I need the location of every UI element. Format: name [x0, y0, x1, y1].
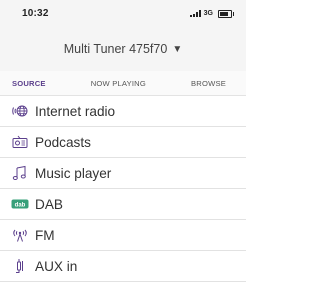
source-list: Internet radio Podcasts Music player dab… [0, 96, 246, 282]
internet-radio-icon [10, 103, 30, 119]
source-label: DAB [35, 196, 63, 212]
source-label: FM [35, 227, 55, 243]
music-note-icon [10, 165, 30, 181]
source-internet-radio[interactable]: Internet radio [0, 96, 246, 127]
podcast-radio-icon [10, 134, 30, 150]
network-type: 3G [203, 10, 213, 17]
device-title: Multi Tuner 475f70 [63, 42, 168, 56]
source-label: AUX in [35, 258, 78, 274]
tab-now-playing[interactable]: NOW PLAYING [91, 79, 146, 88]
source-label: Podcasts [35, 134, 91, 150]
status-bar: 10:32 3G [0, 0, 246, 27]
source-fm[interactable]: FM [0, 220, 246, 251]
source-aux-in[interactable]: AUX in [0, 251, 246, 282]
fm-antenna-icon [10, 227, 30, 243]
tab-source[interactable]: SOURCE [12, 79, 46, 88]
source-label: Internet radio [35, 103, 116, 119]
source-label: Music player [35, 165, 112, 181]
aux-plug-icon [10, 258, 30, 274]
source-podcasts[interactable]: Podcasts [0, 127, 246, 158]
status-time: 10:32 [22, 8, 49, 19]
source-music-player[interactable]: Music player [0, 158, 246, 189]
dropdown-caret-icon: ▼ [172, 43, 183, 55]
signal-strength-icon [189, 10, 201, 17]
battery-icon [218, 9, 234, 18]
source-dab[interactable]: dab DAB [0, 189, 246, 220]
dab-icon-text: dab [15, 203, 26, 209]
tab-browse[interactable]: BROWSE [191, 79, 226, 88]
tab-bar: SOURCE NOW PLAYING BROWSE [0, 71, 246, 96]
status-indicators: 3G [189, 9, 234, 18]
dab-icon: dab [10, 196, 30, 212]
device-selector[interactable]: Multi Tuner 475f70 ▼ [0, 27, 246, 71]
